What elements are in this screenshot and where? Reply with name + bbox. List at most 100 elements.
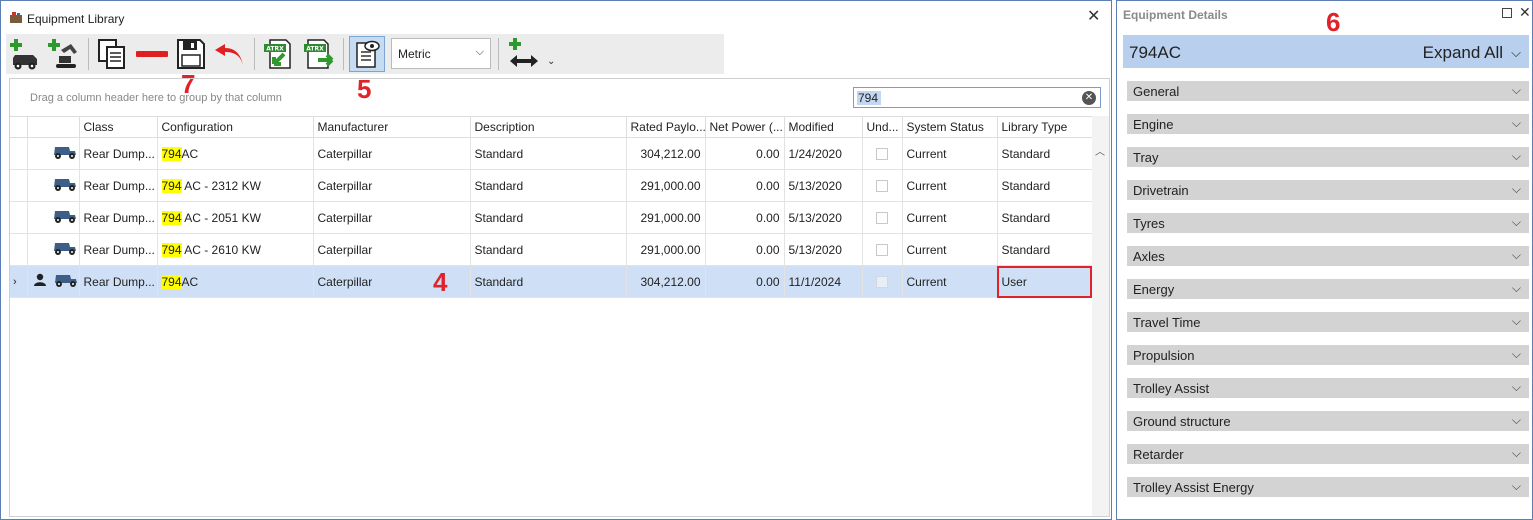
- cell-class: Rear Dump...: [79, 137, 158, 170]
- dump-truck-icon: [53, 243, 76, 255]
- cell-rated-payload: 291,000.00: [626, 233, 706, 266]
- delete-button[interactable]: [134, 36, 170, 72]
- checkbox[interactable]: [876, 180, 888, 193]
- section-ground-structure[interactable]: Ground structure ⌵: [1127, 411, 1529, 431]
- checkbox[interactable]: [876, 148, 888, 161]
- add-loader-button[interactable]: [46, 36, 82, 72]
- chevron-down-icon[interactable]: ⌄: [547, 56, 555, 67]
- section-general[interactable]: General ⌵: [1127, 81, 1529, 101]
- chevron-down-icon: ⌵: [1511, 83, 1521, 97]
- vertical-scrollbar[interactable]: ︿: [1092, 116, 1109, 516]
- table-row[interactable]: Rear Dump... 794 AC - 2312 KW Caterpilla…: [10, 169, 1093, 202]
- cell-description: Standard: [470, 137, 627, 170]
- section-trolley-assist-energy[interactable]: Trolley Assist Energy ⌵: [1127, 477, 1529, 497]
- section-label: General: [1133, 84, 1180, 99]
- section-trolley-assist[interactable]: Trolley Assist ⌵: [1127, 378, 1529, 398]
- col-rated-payload[interactable]: Rated Paylo...: [626, 116, 706, 138]
- equipment-details-panel: Equipment Details 6 ✕ 794AC Expand All ⌵…: [1116, 0, 1533, 520]
- section-tyres[interactable]: Tyres ⌵: [1127, 213, 1529, 233]
- col-description[interactable]: Description: [470, 116, 627, 138]
- save-button[interactable]: [174, 36, 208, 72]
- cell-modified: 5/13/2020: [784, 233, 863, 266]
- col-configuration[interactable]: Configuration: [157, 116, 314, 138]
- expand-all-button[interactable]: Expand All: [1423, 43, 1503, 63]
- cell-modified: 5/13/2020: [784, 201, 863, 234]
- cell-configuration: 794AC: [157, 265, 314, 298]
- cell-class: Rear Dump...: [79, 169, 158, 202]
- view-details-toggle[interactable]: [349, 36, 385, 72]
- section-label: Trolley Assist Energy: [1133, 480, 1254, 495]
- cell-modified: 11/1/2024: [784, 265, 863, 298]
- cell-manufacturer: Caterpillar: [313, 137, 471, 170]
- section-engine[interactable]: Engine ⌵: [1127, 114, 1529, 134]
- table-row-selected[interactable]: › Rear Dump... 794AC Caterpillar Standar…: [10, 265, 1093, 298]
- config-rest: AC - 2051 KW: [181, 210, 261, 225]
- col-undo[interactable]: Und...: [862, 116, 903, 138]
- search-box[interactable]: ✕: [853, 87, 1101, 108]
- cell-undo: [862, 201, 903, 234]
- cell-description: Standard: [470, 265, 627, 298]
- minus-icon: [136, 51, 168, 57]
- col-library-type[interactable]: Library Type: [997, 116, 1093, 138]
- column-options-button[interactable]: [504, 36, 544, 72]
- chevron-down-icon: ⌵: [1511, 215, 1521, 229]
- table-row[interactable]: Rear Dump... 794 AC - 2051 KW Caterpilla…: [10, 201, 1093, 234]
- undo-button[interactable]: [212, 36, 248, 72]
- row-indicator: [10, 233, 28, 266]
- chevron-down-icon[interactable]: ⌵: [1511, 45, 1521, 61]
- scroll-up-icon[interactable]: ︿: [1095, 143, 1105, 158]
- cell-net-power: 0.00: [705, 137, 785, 170]
- col-manufacturer[interactable]: Manufacturer: [313, 116, 471, 138]
- section-retarder[interactable]: Retarder ⌵: [1127, 444, 1529, 464]
- row-icons: [27, 137, 80, 170]
- clear-search-icon[interactable]: ✕: [1082, 91, 1096, 105]
- equipment-grid: Drag a column header here to group by th…: [9, 78, 1110, 517]
- section-energy[interactable]: Energy ⌵: [1127, 279, 1529, 299]
- row-indicator: [10, 201, 28, 234]
- search-highlight: 794: [161, 210, 182, 225]
- add-truck-button[interactable]: [8, 36, 42, 72]
- search-input[interactable]: [854, 88, 1074, 107]
- cell-class: Rear Dump...: [79, 201, 158, 234]
- cell-net-power: 0.00: [705, 265, 785, 298]
- col-net-power[interactable]: Net Power (...: [705, 116, 785, 138]
- section-label: Ground structure: [1133, 414, 1231, 429]
- table-row[interactable]: Rear Dump... 794 AC - 2610 KW Caterpilla…: [10, 233, 1093, 266]
- table-row[interactable]: Rear Dump... 794AC Caterpillar Standard …: [10, 137, 1093, 170]
- section-axles[interactable]: Axles ⌵: [1127, 246, 1529, 266]
- cell-class: Rear Dump...: [79, 265, 158, 298]
- chevron-down-icon: ⌵: [1511, 413, 1521, 427]
- copy-button[interactable]: [94, 36, 130, 72]
- search-highlight: 794: [161, 242, 182, 257]
- cell-rated-payload: 291,000.00: [626, 169, 706, 202]
- section-drivetrain[interactable]: Drivetrain ⌵: [1127, 180, 1529, 200]
- atrx-label: ATRX: [266, 46, 284, 53]
- import-atrx-button[interactable]: ATRX: [260, 36, 296, 72]
- col-modified[interactable]: Modified: [784, 116, 863, 138]
- unit-system-dropdown[interactable]: Metric ⌵: [391, 38, 491, 69]
- close-icon[interactable]: ✕: [1519, 4, 1531, 21]
- dump-truck-icon: [53, 147, 76, 159]
- checkbox[interactable]: [876, 212, 888, 225]
- row-icons: [27, 265, 80, 298]
- cell-manufacturer: Caterpillar: [313, 201, 471, 234]
- checkbox[interactable]: [876, 244, 888, 257]
- maximize-icon[interactable]: [1502, 8, 1512, 18]
- window-title: Equipment Library: [27, 12, 125, 26]
- cell-modified: 5/13/2020: [784, 169, 863, 202]
- import-atrx-icon: ATRX: [264, 39, 291, 69]
- chevron-down-icon: ⌵: [1511, 380, 1521, 394]
- col-system-status[interactable]: System Status: [902, 116, 998, 138]
- col-class[interactable]: Class: [79, 116, 158, 138]
- close-icon[interactable]: ✕: [1087, 8, 1100, 26]
- section-travel-time[interactable]: Travel Time ⌵: [1127, 312, 1529, 332]
- cell-description: Standard: [470, 201, 627, 234]
- checkbox[interactable]: [876, 276, 888, 289]
- export-atrx-button[interactable]: ATRX: [300, 36, 336, 72]
- row-expand-icon[interactable]: ›: [10, 265, 28, 298]
- section-propulsion[interactable]: Propulsion ⌵: [1127, 345, 1529, 365]
- section-tray[interactable]: Tray ⌵: [1127, 147, 1529, 167]
- cell-library-type: Standard: [997, 201, 1093, 234]
- cell-undo: [862, 233, 903, 266]
- config-rest: AC - 2312 KW: [181, 178, 261, 193]
